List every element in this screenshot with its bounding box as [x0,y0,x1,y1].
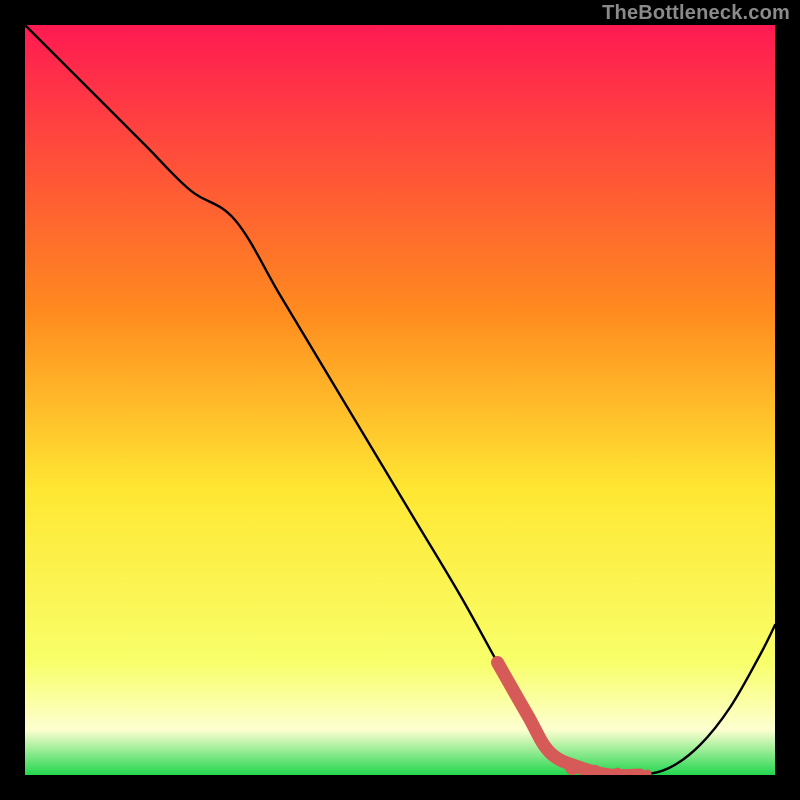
watermark-text: TheBottleneck.com [602,2,790,25]
plot-area [25,25,775,775]
bottleneck-chart [25,25,775,775]
marker-dot [565,760,580,775]
chart-frame: TheBottleneck.com [0,0,800,800]
